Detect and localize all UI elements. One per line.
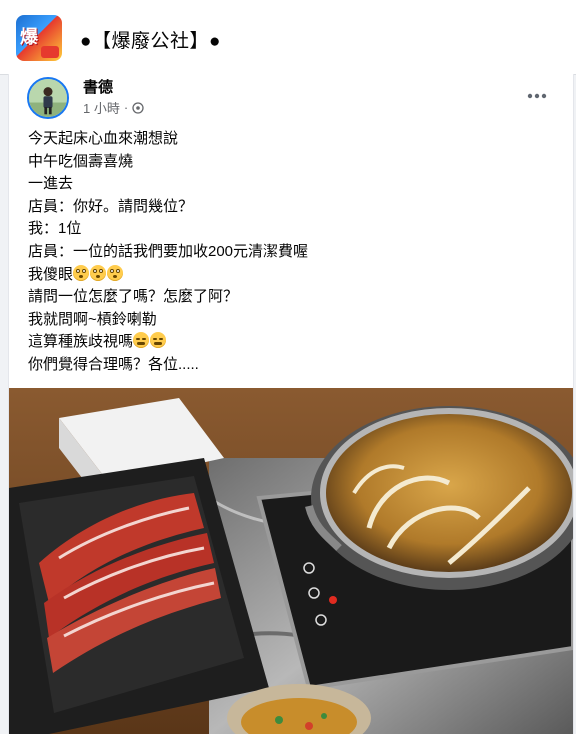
tired-face-emoji	[150, 332, 167, 349]
post-line: 我：1位	[28, 220, 82, 238]
post-line-with-emoji: 這算種族歧視嗎	[28, 331, 548, 354]
post-line: 請問一位怎麼了嗎？怎麼了阿？	[28, 288, 239, 306]
post-line-text: 這算種族歧視嗎	[28, 333, 134, 351]
post-line: 一進去	[28, 175, 74, 193]
tired-face-emoji	[133, 332, 150, 349]
meta-separator: ·	[123, 100, 129, 115]
post-line: 今天起床心血來潮想說	[28, 130, 179, 147]
post-line: 店員：你好。請問幾位？	[28, 197, 194, 215]
logo-badge	[41, 46, 59, 58]
hot-pot-sukiyaki-photo[interactable]	[9, 388, 573, 734]
group-logo-icon[interactable]: 爆	[16, 15, 62, 61]
post-line: 我就問啊~槓鈴喇勒	[28, 310, 157, 328]
group-header: 爆 ●【爆廢公社】●	[0, 0, 576, 75]
flushed-face-emoji	[73, 264, 90, 281]
post-time[interactable]: 1 小時	[83, 98, 120, 117]
globe-icon	[132, 101, 144, 114]
post-text: 今天起床心血來潮想說 中午吃個壽喜燒 一進去 店員：你好。請問幾位？ 我：1位 …	[28, 128, 548, 377]
post-line: 你們覺得合理嗎？各位.....	[28, 355, 199, 373]
post-meta: 1 小時 ·	[83, 98, 144, 117]
post-line: 店員：一位的話我們要加收200元清潔費喔	[28, 242, 309, 260]
post-line: 中午吃個壽喜燒	[28, 152, 134, 170]
group-title[interactable]: ●【爆廢公社】●	[80, 26, 221, 53]
post-card: 書德 1 小時 · 今天起床心血來潮想說 中午吃個壽喜燒 一進去 店員：你好。請…	[8, 74, 574, 734]
flushed-face-emoji	[107, 264, 124, 281]
flushed-face-emoji	[90, 264, 107, 281]
post-line-with-emoji: 我傻眼	[28, 264, 548, 287]
author-avatar[interactable]	[27, 77, 69, 119]
logo-glyph: 爆	[20, 27, 38, 47]
author-name[interactable]: 書德	[83, 76, 113, 97]
post-line-text: 我傻眼	[28, 265, 74, 283]
more-options-icon[interactable]	[523, 82, 551, 110]
